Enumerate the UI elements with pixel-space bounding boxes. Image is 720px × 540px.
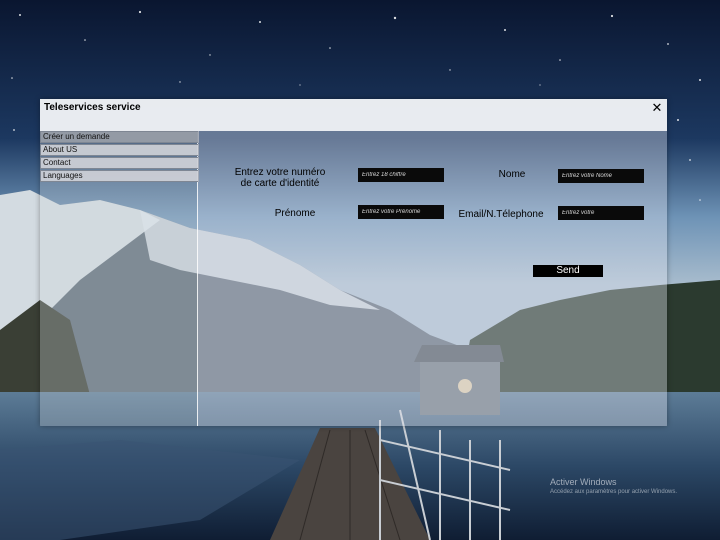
sidebar-item-languages[interactable]: Languages <box>40 170 199 182</box>
sidebar-menu: Créer un demande About US Contact Langua… <box>40 131 199 426</box>
request-form-panel: Entrez votre numéro de carte d'identité … <box>198 131 667 426</box>
sidebar-item-creer-demande[interactable]: Créer un demande <box>40 131 199 143</box>
windows-activation-title: Activer Windows <box>550 477 617 487</box>
nome-input[interactable] <box>558 169 644 183</box>
app-window: Teleservices service ✕ Créer un demande … <box>40 99 667 426</box>
window-title: Teleservices service <box>44 102 141 113</box>
card-number-label-line1: Entrez votre numéro <box>234 167 326 178</box>
email-phone-input[interactable] <box>558 206 644 220</box>
sidebar-item-contact[interactable]: Contact <box>40 157 199 169</box>
close-icon[interactable]: ✕ <box>650 101 664 115</box>
windows-activation-subtitle: Accédez aux paramètres pour activer Wind… <box>550 489 678 495</box>
desktop: Teleservices service ✕ Créer un demande … <box>0 0 720 540</box>
send-button[interactable]: Send <box>533 265 603 277</box>
card-number-label: Entrez votre numéro de carte d'identité <box>224 167 336 189</box>
card-number-input[interactable] <box>358 168 444 182</box>
email-phone-label: Email/N.Télephone <box>458 209 544 220</box>
prenome-input[interactable] <box>358 205 444 219</box>
sidebar-item-about-us[interactable]: About US <box>40 144 199 156</box>
title-bar: Teleservices service ✕ <box>40 99 667 131</box>
card-number-label-line2: de carte d'identité <box>240 178 320 189</box>
nome-label: Nome <box>498 169 526 180</box>
prenome-label: Prénome <box>274 208 316 219</box>
